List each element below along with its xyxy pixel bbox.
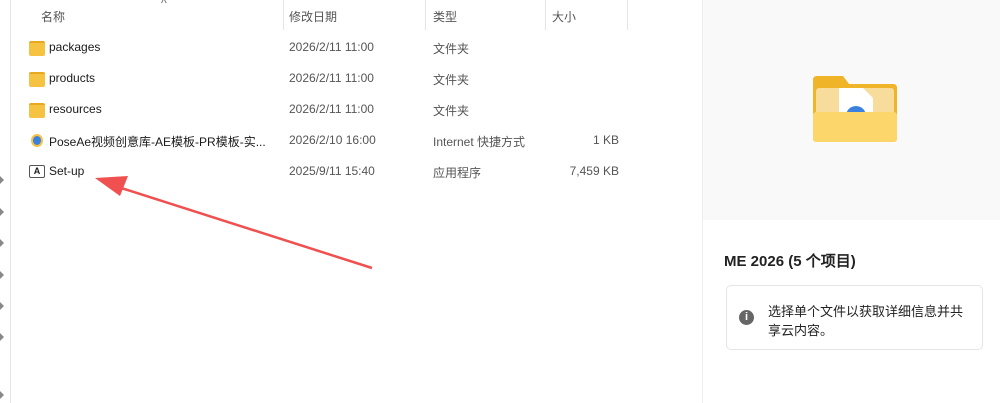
annotation-arrow bbox=[95, 176, 373, 270]
arrow-head bbox=[95, 176, 128, 196]
arrow-shaft bbox=[117, 185, 373, 270]
